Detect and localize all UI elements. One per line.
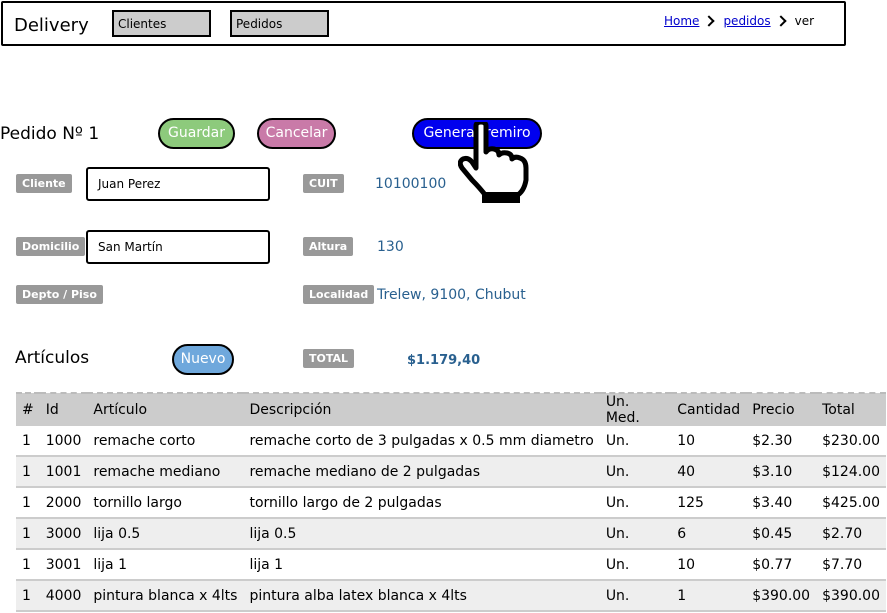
table-cell: 10 xyxy=(671,426,747,457)
table-cell: $0.77 xyxy=(746,549,817,581)
depto-label: Depto / Piso xyxy=(16,285,103,304)
table-cell: $230.00 xyxy=(816,426,886,457)
table-cell: 1 xyxy=(16,549,40,581)
table-cell: lija 0.5 xyxy=(87,518,244,550)
column-header: Un. Med. xyxy=(599,392,672,426)
table-cell: Un. xyxy=(599,518,672,550)
table-cell: tornillo largo de 2 pulgadas xyxy=(243,487,600,519)
table-cell: 1 xyxy=(16,518,40,550)
table-cell: remache mediano xyxy=(87,456,244,488)
table-cell: Un. xyxy=(599,426,672,457)
cancel-button[interactable]: Cancelar xyxy=(257,118,336,149)
table-cell: $3.10 xyxy=(746,456,817,488)
column-header: Precio xyxy=(746,392,817,426)
table-cell: $2.30 xyxy=(746,426,817,457)
column-header: Artículo xyxy=(87,392,244,426)
localidad-value: Trelew, 9100, Chubut xyxy=(377,287,526,303)
hand-pointer-icon xyxy=(458,122,529,203)
table-row[interactable]: 1 1000 remache corto remache corto de 3 pul… xyxy=(16,426,886,457)
breadcrumb-home-link[interactable]: Home xyxy=(664,14,699,28)
nav-clientes-button[interactable]: Clientes xyxy=(112,10,211,37)
new-item-button[interactable]: Nuevo xyxy=(172,344,234,375)
table-row[interactable]: 1 4000 pintura blanca x 4lts pintura alba l… xyxy=(16,580,886,612)
table-cell: tornillo largo xyxy=(87,487,244,519)
items-table: # Id Artículo Descripción Un. Med. Cantidad Pr… xyxy=(16,392,886,612)
table-cell: 1001 xyxy=(39,456,88,488)
table-row[interactable]: 1 2000 tornillo largo tornillo largo de 2 p… xyxy=(16,487,886,519)
altura-label: Altura xyxy=(303,237,354,256)
column-header: Descripción xyxy=(243,392,600,426)
table-cell: Un. xyxy=(599,549,672,581)
table-cell: remache mediano de 2 pulgadas xyxy=(243,456,600,488)
table-cell: remache corto xyxy=(87,426,244,457)
table-cell: $2.70 xyxy=(816,518,886,550)
table-header-row: # Id Artículo Descripción Un. Med. Cantidad Pr… xyxy=(16,392,886,426)
table-cell: remache corto de 3 pulgadas x 0.5 mm dia… xyxy=(243,426,600,457)
column-header: Cantidad xyxy=(671,392,747,426)
table-cell: $0.45 xyxy=(746,518,817,550)
app-title: Delivery xyxy=(14,15,89,36)
table-row[interactable]: 1 3001 lija 1 lija 1 Un. 10 $0.77 $7.70 xyxy=(16,549,886,581)
table-cell: 4000 xyxy=(39,580,88,612)
altura-value: 130 xyxy=(377,239,404,255)
breadcrumb: Home pedidos ver xyxy=(664,14,814,28)
table-cell: $7.70 xyxy=(816,549,886,581)
articulos-title: Artículos xyxy=(15,348,90,368)
table-cell: 6 xyxy=(671,518,747,550)
table-cell: 125 xyxy=(671,487,747,519)
domicilio-field[interactable]: San Martín xyxy=(86,230,270,264)
page-title: Pedido Nº 1 xyxy=(0,124,100,144)
domicilio-label: Domicilio xyxy=(16,237,86,256)
cliente-field[interactable]: Juan Perez xyxy=(86,167,270,201)
total-value: $1.179,40 xyxy=(407,353,481,368)
column-header: Id xyxy=(39,392,88,426)
table-cell: 3000 xyxy=(39,518,88,550)
table-cell: Un. xyxy=(599,456,672,488)
table-cell: $390.00 xyxy=(746,580,817,612)
column-header: # xyxy=(16,392,40,426)
cuit-label: CUIT xyxy=(303,174,344,193)
table-cell: 1 xyxy=(16,580,40,612)
table-cell: 1 xyxy=(16,426,40,457)
column-header: Total xyxy=(816,392,886,426)
table-cell: 2000 xyxy=(39,487,88,519)
localidad-label: Localidad xyxy=(303,285,375,304)
save-button[interactable]: Guardar xyxy=(158,118,235,149)
chevron-right-icon xyxy=(774,15,787,27)
table-cell: $124.00 xyxy=(816,456,886,488)
table-cell: 1 xyxy=(16,456,40,488)
table-cell: 3001 xyxy=(39,549,88,581)
table-cell: $390.00 xyxy=(816,580,886,612)
table-cell: Un. xyxy=(599,487,672,519)
table-cell: pintura alba latex blanca x 4lts xyxy=(243,580,600,612)
table-cell: 1000 xyxy=(39,426,88,457)
table-cell: 10 xyxy=(671,549,747,581)
chevron-right-icon xyxy=(703,15,716,27)
table-cell: lija 1 xyxy=(87,549,244,581)
table-row[interactable]: 1 3000 lija 0.5 lija 0.5 Un. 6 $0.45 $2.70 xyxy=(16,518,886,550)
table-cell: 1 xyxy=(671,580,747,612)
table-cell: $3.40 xyxy=(746,487,817,519)
breadcrumb-current: ver xyxy=(794,14,815,28)
total-label: TOTAL xyxy=(303,349,355,368)
breadcrumb-pedidos-link[interactable]: pedidos xyxy=(723,14,770,28)
table-cell: Un. xyxy=(599,580,672,612)
cuit-value: 10100100 xyxy=(375,176,447,192)
cliente-label: Cliente xyxy=(16,174,72,193)
table-cell: lija 0.5 xyxy=(243,518,600,550)
table-row[interactable]: 1 1001 remache mediano remache mediano de 2… xyxy=(16,456,886,488)
table-cell: lija 1 xyxy=(243,549,600,581)
nav-pedidos-button[interactable]: Pedidos xyxy=(230,10,329,37)
table-cell: 1 xyxy=(16,487,40,519)
table-cell: $425.00 xyxy=(816,487,886,519)
table-cell: pintura blanca x 4lts xyxy=(87,580,244,612)
table-cell: 40 xyxy=(671,456,747,488)
